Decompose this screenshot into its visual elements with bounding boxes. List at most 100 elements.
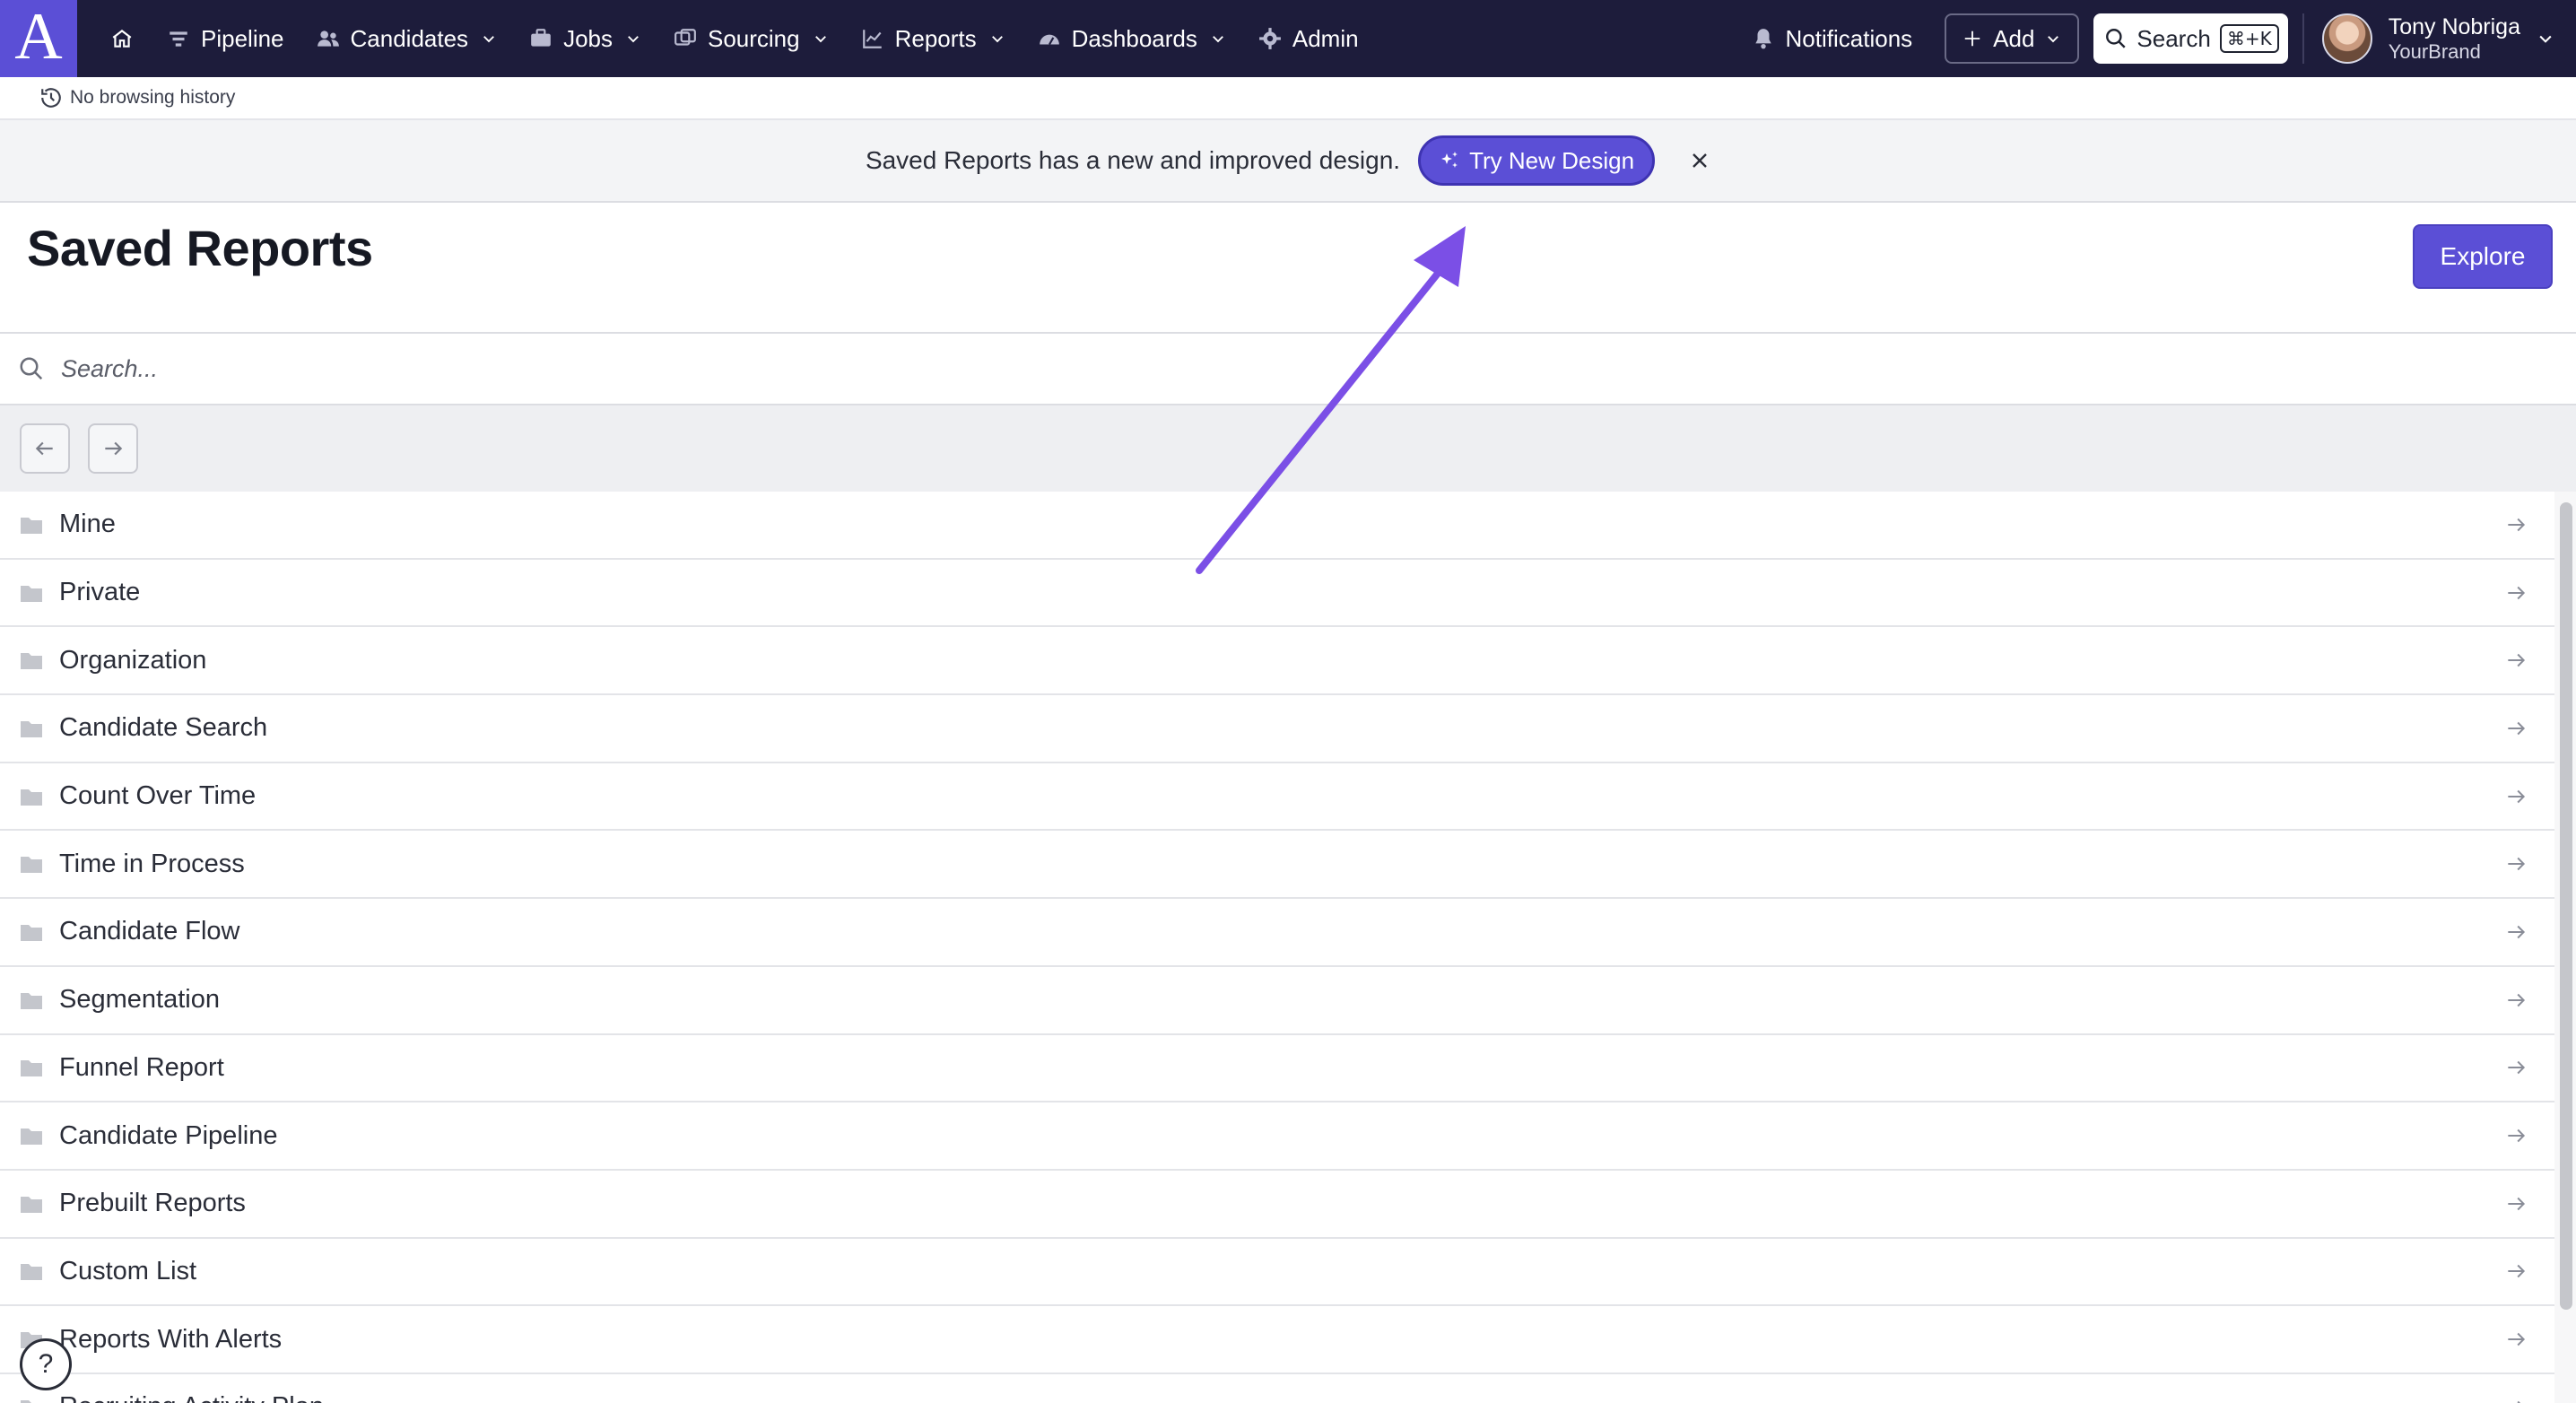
list-item[interactable]: Reports With Alerts xyxy=(0,1306,2554,1374)
arrow-right-icon xyxy=(2508,518,2526,532)
nav-right: Notifications Add Search ⌘+K Tony Nobrig… xyxy=(1752,0,2576,77)
arrow-right-icon xyxy=(105,441,123,456)
users-icon xyxy=(317,30,339,47)
arrow-right-icon xyxy=(2508,925,2526,939)
chevron-down-icon xyxy=(1212,36,1223,43)
nav-divider xyxy=(2302,13,2304,64)
list-item[interactable]: Mine xyxy=(0,492,2554,560)
arrow-left-icon xyxy=(35,441,53,456)
add-button[interactable]: Add xyxy=(1945,13,2080,64)
chevron-down-icon xyxy=(814,36,826,43)
search-icon xyxy=(20,357,43,380)
avatar xyxy=(2321,13,2372,64)
nav-sourcing[interactable]: Sourcing xyxy=(657,12,845,65)
arrow-right-icon xyxy=(2508,789,2526,803)
list-item[interactable]: Candidate Flow xyxy=(0,899,2554,967)
folder-navigation xyxy=(0,405,2576,492)
chevron-down-icon xyxy=(2048,36,2059,43)
app-logo[interactable]: A xyxy=(0,0,77,77)
arrow-right-icon xyxy=(2508,1128,2526,1143)
browsing-history[interactable]: No browsing history xyxy=(0,77,2576,120)
filter-icon xyxy=(170,31,187,47)
scrollbar[interactable] xyxy=(2554,492,2576,1403)
list-item[interactable]: Organization xyxy=(0,627,2554,696)
list-item[interactable]: Custom List xyxy=(0,1239,2554,1307)
nav-admin[interactable]: Admin xyxy=(1242,12,1375,65)
nav-dashboards[interactable]: Dashboards xyxy=(1022,12,1242,65)
user-brand: YourBrand xyxy=(2388,40,2481,63)
top-nav: A Pipeline Candidates Jobs Sourcing Repo… xyxy=(0,0,2576,77)
list-item[interactable]: Time in Process xyxy=(0,831,2554,900)
list-item[interactable]: Candidate Pipeline xyxy=(0,1102,2554,1171)
nav-candidates[interactable]: Candidates xyxy=(300,12,514,65)
search-shortcut: ⌘+K xyxy=(2219,24,2279,53)
bell-icon xyxy=(1754,29,1771,49)
user-name: Tony Nobriga xyxy=(2388,14,2520,39)
folder-label: Mine xyxy=(59,510,116,539)
arrow-right-icon xyxy=(2508,1265,2526,1278)
nav-jobs[interactable]: Jobs xyxy=(513,12,657,65)
user-menu[interactable]: Tony Nobriga YourBrand xyxy=(2321,13,2554,64)
close-icon[interactable] xyxy=(1689,150,1710,171)
global-search-button[interactable]: Search ⌘+K xyxy=(2093,13,2288,64)
forward-button[interactable] xyxy=(88,423,138,474)
folder-icon xyxy=(21,720,42,737)
folder-label: Segmentation xyxy=(59,985,220,1015)
help-button[interactable]: ? xyxy=(20,1338,72,1390)
folder-icon xyxy=(21,857,42,874)
chevron-down-icon xyxy=(628,36,639,43)
arrow-right-icon xyxy=(2508,1332,2526,1346)
folder-label: Candidate Search xyxy=(59,713,268,743)
try-new-design-button[interactable]: Try New Design xyxy=(1418,135,1656,186)
banner-text: Saved Reports has a new and improved des… xyxy=(865,146,1401,174)
search-input[interactable] xyxy=(61,354,2483,383)
back-button[interactable] xyxy=(20,423,70,474)
arrow-right-icon xyxy=(2517,1400,2521,1403)
list-item[interactable]: Count Over Time xyxy=(0,763,2554,832)
explore-button[interactable]: Explore xyxy=(2413,224,2553,289)
gauge-icon xyxy=(1039,34,1059,46)
list-item[interactable]: Segmentation xyxy=(0,967,2554,1035)
folder-icon xyxy=(21,1399,42,1403)
folder-icon xyxy=(21,1060,42,1077)
nav-pipeline[interactable]: Pipeline xyxy=(151,12,300,65)
folder-label: Funnel Report xyxy=(59,1052,224,1082)
folder-label: Candidate Flow xyxy=(59,917,240,946)
list-item[interactable]: Funnel Report xyxy=(0,1035,2554,1103)
sourcing-icon xyxy=(674,29,696,46)
folder-label: Private xyxy=(59,578,141,607)
list-item[interactable]: Recruiting Activity Plan xyxy=(0,1374,2554,1403)
folder-label: Count Over Time xyxy=(59,781,257,811)
nav-reports[interactable]: Reports xyxy=(845,12,1022,65)
folder-icon xyxy=(21,992,42,1009)
scrollbar-thumb[interactable] xyxy=(2560,502,2572,1310)
arrow-right-icon xyxy=(2508,1197,2526,1210)
home-icon[interactable] xyxy=(93,12,151,65)
folder-icon xyxy=(21,517,42,534)
folder-icon xyxy=(21,789,42,806)
arrow-right-icon xyxy=(2508,858,2526,871)
folder-icon xyxy=(21,653,42,670)
folder-label: Time in Process xyxy=(59,849,245,878)
list-item[interactable]: Candidate Search xyxy=(0,695,2554,763)
list-item[interactable]: Private xyxy=(0,560,2554,628)
folder-label: Custom List xyxy=(59,1256,197,1285)
folder-label: Candidate Pipeline xyxy=(59,1120,278,1150)
arrow-right-icon xyxy=(2508,586,2526,599)
report-search xyxy=(0,332,2576,405)
arrow-right-icon xyxy=(2508,1061,2526,1075)
briefcase-icon xyxy=(531,29,551,47)
folder-icon xyxy=(21,1196,42,1213)
folder-list: Mine Private Organization Candidate Search C… xyxy=(0,492,2554,1403)
list-item[interactable]: Prebuilt Reports xyxy=(0,1171,2554,1239)
notifications-button[interactable]: Notifications xyxy=(1752,25,1912,53)
page-title: Saved Reports xyxy=(27,220,373,276)
folder-icon xyxy=(21,1264,42,1281)
folder-icon xyxy=(21,924,42,941)
new-design-banner: Saved Reports has a new and improved des… xyxy=(0,120,2576,203)
arrow-right-icon xyxy=(2508,654,2526,667)
chart-icon xyxy=(862,30,882,48)
folder-icon xyxy=(21,1128,42,1146)
folder-label: Organization xyxy=(59,645,207,675)
chevron-down-icon xyxy=(2539,35,2552,43)
